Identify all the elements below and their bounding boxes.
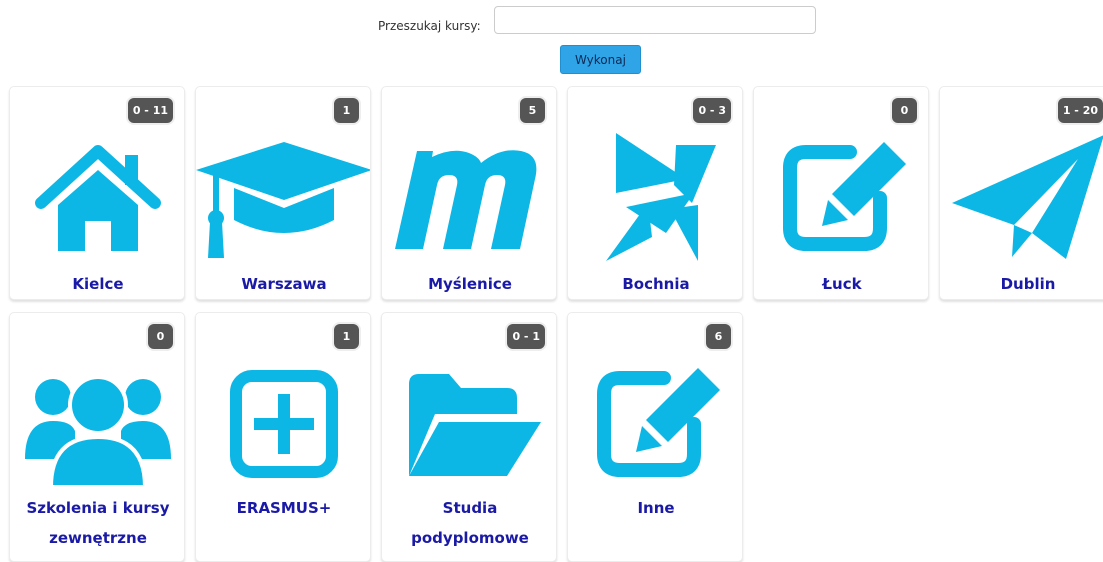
- category-title: Szkolenia i kursy zewnętrzne: [26, 499, 170, 547]
- category-tile-luck[interactable]: 0 Łuck: [753, 86, 929, 300]
- course-count-badge: 0 - 1: [507, 324, 545, 349]
- users-icon: [10, 359, 184, 489]
- course-count-badge: 1 - 20: [1057, 98, 1103, 123]
- folder-open-icon: [382, 359, 556, 489]
- category-title: Myślenice: [428, 275, 512, 293]
- search-input[interactable]: [494, 6, 816, 34]
- pinwheel-icon: [568, 133, 742, 263]
- home-icon: [10, 133, 184, 263]
- course-count-badge: 5: [520, 98, 545, 123]
- category-title: Bochnia: [622, 275, 690, 293]
- course-count-badge: 0 - 3: [693, 98, 731, 123]
- category-tile-inne[interactable]: 6 Inne: [567, 312, 743, 562]
- category-tile-kielce[interactable]: 0 - 11 Kielce: [9, 86, 185, 300]
- category-title: Warszawa: [241, 275, 327, 293]
- course-count-badge: 0 - 11: [127, 98, 173, 123]
- category-title: Inne: [637, 499, 675, 517]
- plus-square-icon: [196, 359, 370, 489]
- search-submit-button[interactable]: Wykonaj: [560, 45, 641, 74]
- category-tile-studia[interactable]: 0 - 1 Studia podyplomowe: [381, 312, 557, 562]
- course-count-badge: 0: [148, 324, 173, 349]
- category-title: Dublin: [1000, 275, 1056, 293]
- course-search-form: Przeszukaj kursy:: [0, 6, 1103, 38]
- course-count-badge: 1: [334, 324, 359, 349]
- paper-plane-icon: [940, 133, 1103, 263]
- category-title: ERASMUS+: [236, 499, 332, 517]
- category-tile-dublin[interactable]: 1 - 20 Dublin: [939, 86, 1103, 300]
- graduation-cap-icon: [196, 133, 370, 263]
- moodle-m-icon: [382, 133, 556, 263]
- course-count-badge: 6: [706, 324, 731, 349]
- category-title: Łuck: [822, 275, 862, 293]
- course-count-badge: 1: [334, 98, 359, 123]
- course-count-badge: 0: [892, 98, 917, 123]
- category-title: Kielce: [72, 275, 124, 293]
- edit-icon: [754, 133, 928, 263]
- category-tile-myslenice[interactable]: 5 Myślenice: [381, 86, 557, 300]
- search-label: Przeszukaj kursy:: [378, 19, 481, 33]
- category-title: Studia podyplomowe: [411, 499, 529, 547]
- edit-icon: [568, 359, 742, 489]
- category-tile-szkolenia[interactable]: 0 Szkolenia i kursy zewnętrzne: [9, 312, 185, 562]
- category-tile-warszawa[interactable]: 1 Warszawa: [195, 86, 371, 300]
- category-tile-bochnia[interactable]: 0 - 3 Bochnia: [567, 86, 743, 300]
- category-tile-erasmus[interactable]: 1 ERASMUS+: [195, 312, 371, 562]
